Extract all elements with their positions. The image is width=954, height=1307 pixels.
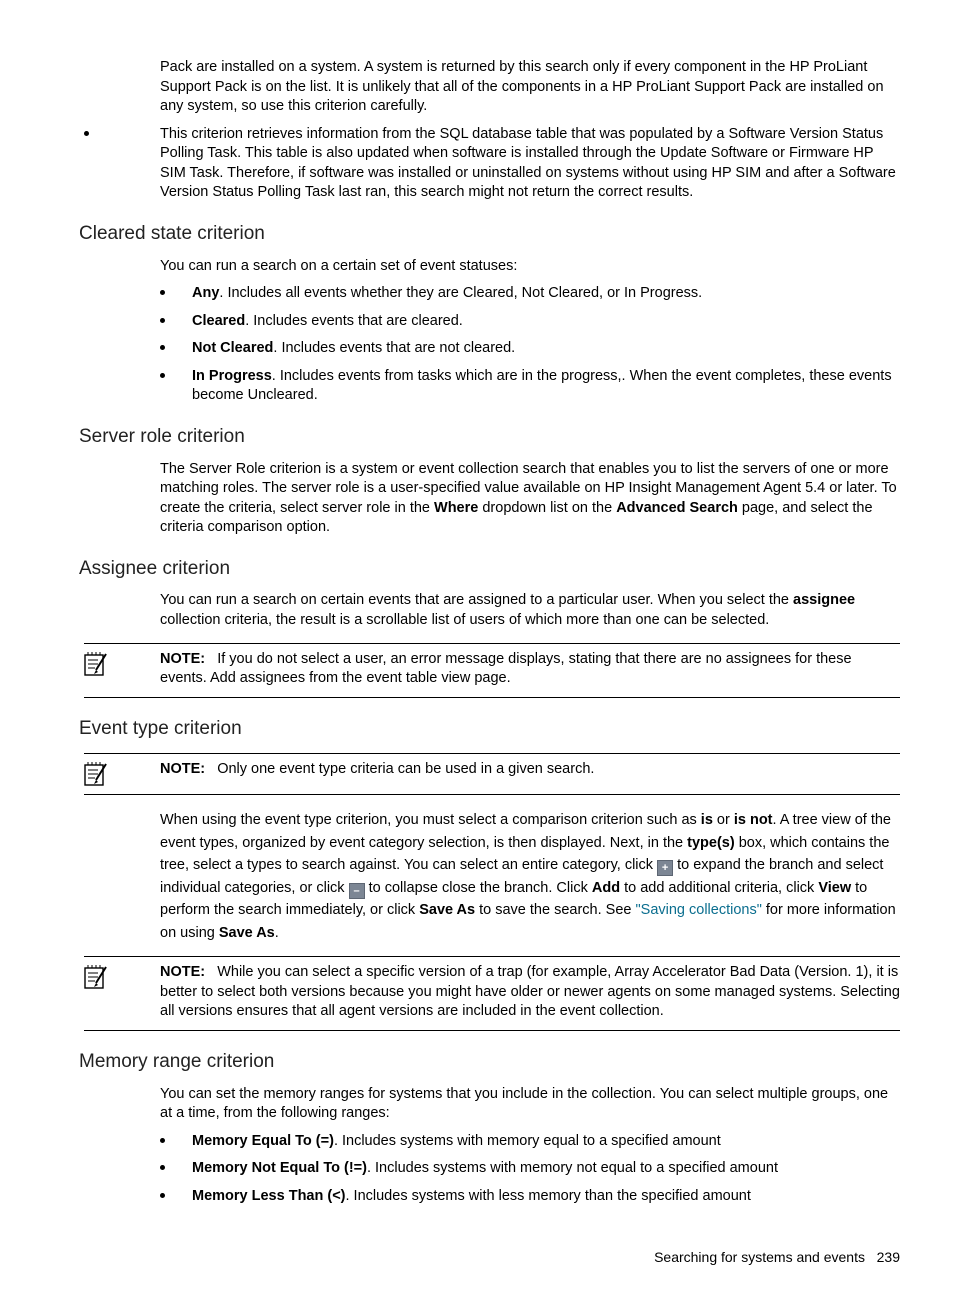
s4-paragraph: When using the event type criterion, you… [160,809,900,944]
bullet-icon [160,318,165,323]
heading-cleared-state: Cleared state criterion [79,221,900,247]
note-text: Only one event type criteria can be used… [217,761,594,777]
text: When using the event type criterion, you… [160,812,701,828]
note-text: If you do not select a user, an error me… [160,651,852,687]
list-item: Memory Equal To (=). Includes systems wi… [160,1132,900,1152]
text-bold: Save As [219,925,275,941]
text: . [275,925,279,941]
term: Not Cleared [192,340,273,356]
page-number: 239 [877,1249,900,1265]
text-bold: Where [434,500,478,516]
note-label: NOTE: [160,761,205,777]
definition: . Includes events that are not cleared. [273,340,515,356]
footer-title: Searching for systems and events [654,1249,865,1265]
intro-bullet: This criterion retrieves information fro… [84,125,900,203]
text-bold: Add [592,880,620,896]
definition: . Includes systems with less memory than… [346,1188,751,1204]
bullet-icon [84,131,89,136]
note-label: NOTE: [160,964,205,980]
text-bold: View [818,880,851,896]
heading-assignee: Assignee criterion [79,556,900,582]
term: Any [192,285,219,301]
heading-event-type: Event type criterion [79,716,900,742]
list-item: Memory Less Than (<). Includes systems w… [160,1187,900,1207]
text-bold: assignee [793,592,855,608]
text-bold: is [701,812,713,828]
bullet-icon [160,373,165,378]
text: to add additional criteria, click [620,880,818,896]
heading-server-role: Server role criterion [79,424,900,450]
bullet-icon [160,1138,165,1143]
definition: . Includes events from tasks which are i… [192,368,892,404]
intro-paragraph-2: This criterion retrieves information fro… [160,125,900,203]
list-item: In Progress. Includes events from tasks … [160,367,900,406]
bullet-icon [160,1165,165,1170]
note-text: While you can select a specific version … [160,964,900,1019]
term: Memory Not Equal To (!=) [192,1160,367,1176]
list-item: Any. Includes all events whether they ar… [160,284,900,304]
definition: . Includes systems with memory not equal… [367,1160,778,1176]
term: In Progress [192,368,272,384]
collapse-icon: – [349,883,365,899]
note-block: NOTE: If you do not select a user, an er… [84,643,900,698]
intro-paragraph-1: Pack are installed on a system. A system… [160,58,900,117]
link-saving-collections[interactable]: "Saving collections" [636,902,762,918]
text: or [713,812,734,828]
note-icon [84,650,132,689]
definition: . Includes all events whether they are C… [219,285,702,301]
note-block: NOTE: While you can select a specific ve… [84,956,900,1031]
bullet-icon [160,290,165,295]
term: Memory Less Than (<) [192,1188,346,1204]
bullet-icon [160,345,165,350]
text: You can run a search on certain events t… [160,592,793,608]
heading-memory-range: Memory range criterion [79,1049,900,1075]
text-bold: Advanced Search [616,500,738,516]
definition: . Includes systems with memory equal to … [334,1133,721,1149]
list-item: Not Cleared. Includes events that are no… [160,339,900,359]
text: dropdown list on the [478,500,616,516]
text-bold: type(s) [687,835,735,851]
note-block: NOTE: Only one event type criteria can b… [84,753,900,795]
text-bold: Save As [419,902,475,918]
s2-paragraph: The Server Role criterion is a system or… [160,460,900,538]
s1-lead: You can run a search on a certain set of… [160,257,900,277]
term: Memory Equal To (=) [192,1133,334,1149]
term: Cleared [192,313,245,329]
text: collection criteria, the result is a scr… [160,612,769,628]
s5-lead: You can set the memory ranges for system… [160,1085,900,1124]
s3-paragraph: You can run a search on certain events t… [160,591,900,630]
page-footer: Searching for systems and events 239 [84,1248,900,1267]
note-label: NOTE: [160,651,205,667]
bullet-icon [160,1193,165,1198]
text: to collapse close the branch. Click [365,880,592,896]
note-icon [84,963,132,1022]
list-item: Memory Not Equal To (!=). Includes syste… [160,1159,900,1179]
text-bold: is not [734,812,773,828]
definition: . Includes events that are cleared. [245,313,463,329]
list-item: Cleared. Includes events that are cleare… [160,312,900,332]
expand-icon: + [657,860,673,876]
note-icon [84,760,132,786]
text: to save the search. See [475,902,635,918]
